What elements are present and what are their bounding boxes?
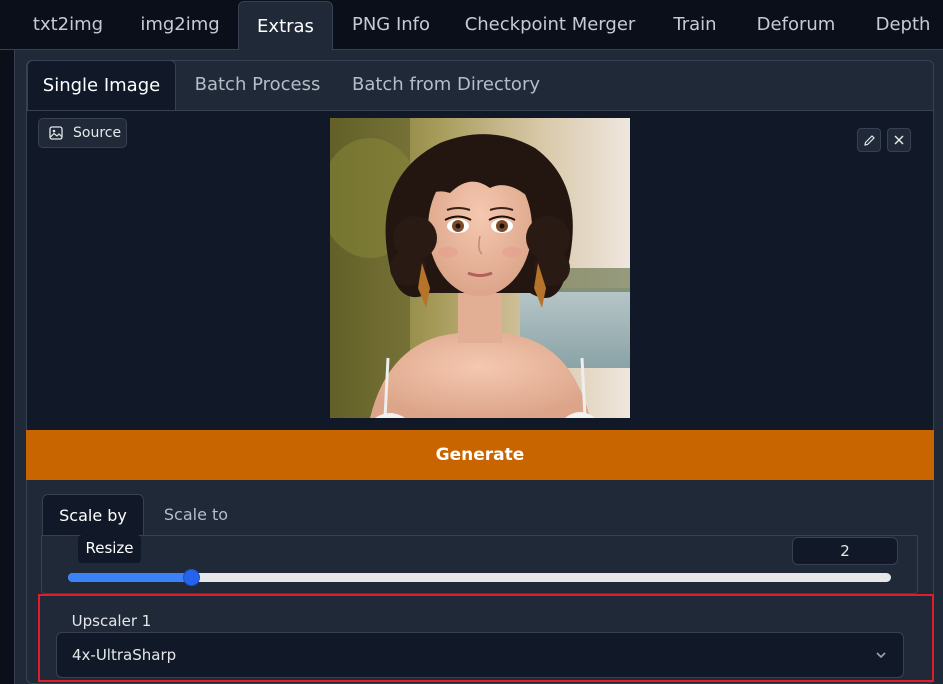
tab-scale-by[interactable]: Scale by [42, 494, 144, 536]
source-label: Source [38, 118, 127, 148]
source-label-text: Source [73, 125, 122, 141]
image-icon [49, 126, 63, 140]
tab-batch-process[interactable]: Batch Process [186, 60, 329, 110]
upscaler-1-label: Upscaler 1 [64, 607, 159, 635]
tab-txt2img[interactable]: txt2img [18, 0, 118, 50]
close-icon [894, 135, 904, 145]
tab-scale-to[interactable]: Scale to [152, 494, 240, 536]
tab-img2img[interactable]: img2img [125, 0, 235, 50]
scale-by-panel [41, 535, 918, 594]
resize-slider[interactable] [68, 569, 891, 586]
tab-batch-from-directory[interactable]: Batch from Directory [348, 60, 544, 110]
tab-checkpoint-merger[interactable]: Checkpoint Merger [452, 0, 648, 50]
tab-single-image[interactable]: Single Image [27, 60, 176, 110]
resize-label: Resize [78, 535, 141, 563]
tab-png-info[interactable]: PNG Info [338, 0, 444, 50]
upscaler-1-dropdown[interactable]: 4x-UltraSharp [56, 632, 904, 678]
clear-image-button[interactable] [887, 128, 911, 152]
generate-button[interactable]: Generate [26, 430, 934, 480]
tab-depth[interactable]: Depth [858, 0, 943, 50]
top-tab-bar: txt2img img2img Extras PNG Info Checkpoi… [0, 0, 943, 51]
chevron-down-icon [876, 652, 886, 659]
upscaler-1-value: 4x-UltraSharp [72, 646, 177, 664]
sub-tab-bar: Single Image Batch Process Batch from Di… [26, 60, 934, 110]
tab-train[interactable]: Train [655, 0, 735, 50]
source-image [330, 118, 630, 418]
resize-number-input[interactable]: 2 [792, 537, 898, 565]
resize-slider-fill [68, 573, 192, 582]
tab-extras[interactable]: Extras [238, 1, 333, 51]
tab-deforum[interactable]: Deforum [742, 0, 850, 50]
portrait-illustration [330, 118, 630, 418]
pencil-icon [863, 134, 875, 146]
edit-image-button[interactable] [857, 128, 881, 152]
